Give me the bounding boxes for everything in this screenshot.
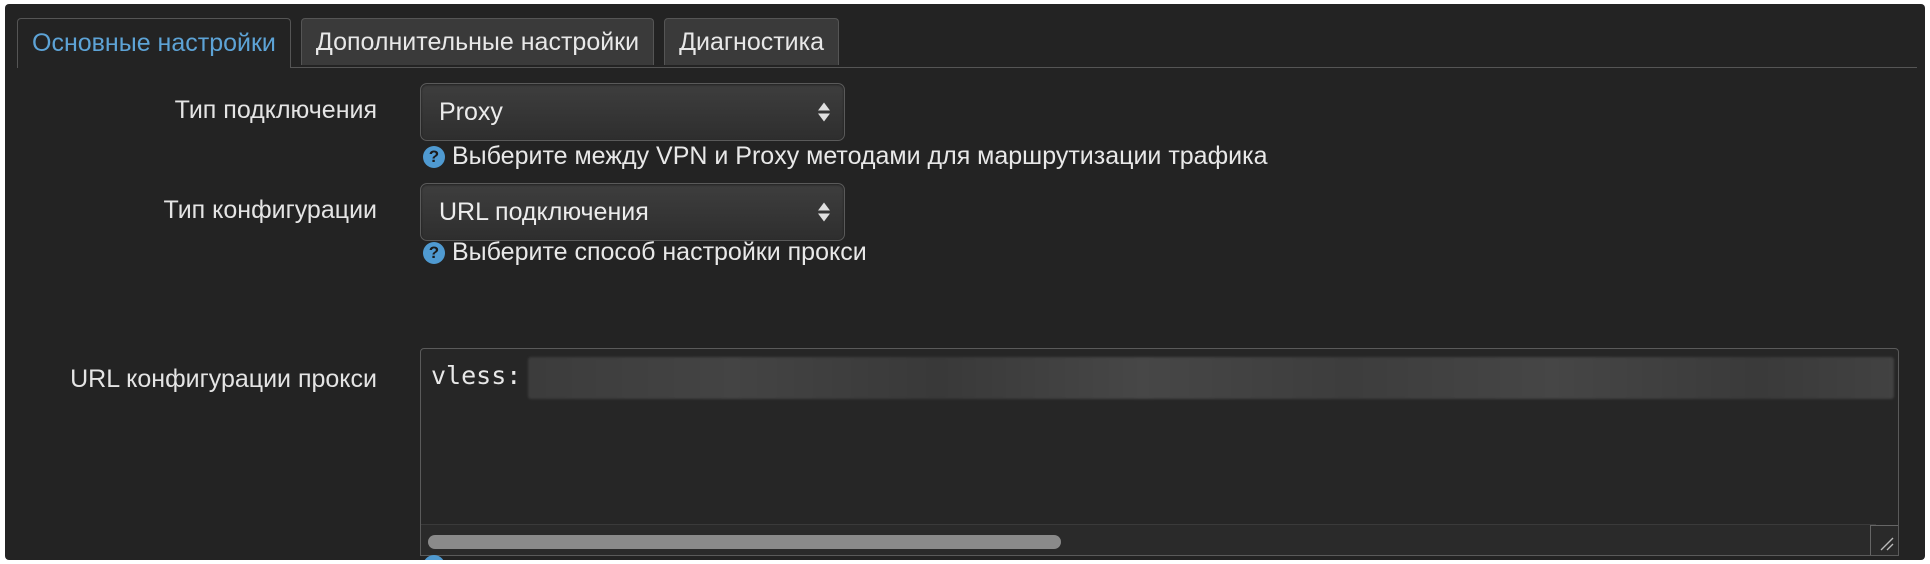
config-type-help: ? Выберите способ настройки прокси	[423, 238, 867, 267]
redacted-url-content	[528, 357, 1894, 399]
connection-type-value: Proxy	[439, 97, 503, 126]
updown-arrows-icon	[818, 202, 830, 222]
config-type-label: Тип конфигурации	[163, 196, 377, 224]
horizontal-scrollbar[interactable]	[421, 524, 1876, 555]
tab-advanced-settings[interactable]: Дополнительные настройки	[300, 18, 655, 65]
resize-handle-icon[interactable]	[1870, 525, 1898, 555]
config-type-help-text: Выберите способ настройки прокси	[452, 238, 867, 266]
connection-type-help: ? Выберите между VPN и Proxy методами дл…	[423, 142, 1268, 171]
question-circle-icon[interactable]: ?	[423, 241, 445, 264]
scrollbar-thumb[interactable]	[428, 535, 1061, 549]
proxy-url-text: vless:	[431, 361, 522, 390]
updown-arrows-icon	[818, 102, 830, 122]
question-circle-icon[interactable]: ?	[423, 145, 445, 168]
connection-type-label: Тип подключения	[174, 96, 377, 124]
config-type-select[interactable]: URL подключения	[420, 183, 845, 241]
tab-diagnostics[interactable]: Диагностика	[664, 18, 840, 65]
connection-type-select[interactable]: Proxy	[420, 83, 845, 141]
tab-basic-settings[interactable]: Основные настройки	[17, 18, 291, 69]
tab-bar-divider	[17, 67, 1917, 68]
connection-type-help-text: Выберите между VPN и Proxy методами для …	[452, 142, 1268, 170]
config-type-value: URL подключения	[439, 197, 649, 226]
tab-bar: Основные настройки Дополнительные настро…	[17, 18, 840, 69]
settings-panel: Основные настройки Дополнительные настро…	[5, 4, 1925, 560]
proxy-url-textarea[interactable]: vless:	[420, 348, 1899, 556]
proxy-url-label: URL конфигурации прокси	[70, 365, 377, 393]
